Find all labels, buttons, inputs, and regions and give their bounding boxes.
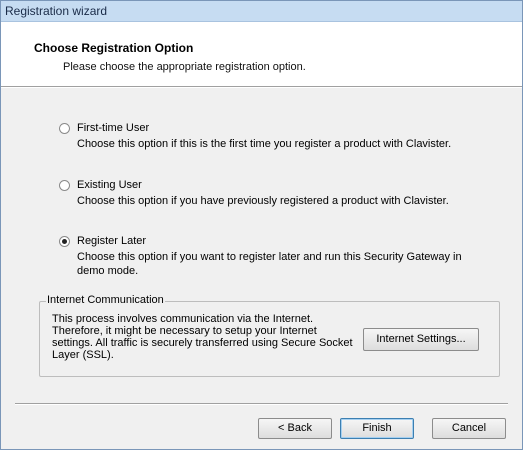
- radio-first-time-user[interactable]: [59, 123, 70, 134]
- radio-register-later[interactable]: [59, 236, 70, 247]
- cancel-button[interactable]: Cancel: [432, 418, 506, 439]
- option-label[interactable]: Existing User: [77, 179, 142, 191]
- page-title: Choose Registration Option: [34, 41, 194, 55]
- option-description: Choose this option if you have previousl…: [77, 195, 449, 207]
- option-description: Choose this option if you want to regist…: [77, 251, 462, 277]
- window-title: Registration wizard: [5, 4, 108, 18]
- option-description: Choose this option if this is the first …: [77, 138, 452, 150]
- internet-settings-button[interactable]: Internet Settings...: [363, 328, 479, 351]
- wizard-header: Choose Registration Option Please choose…: [1, 22, 522, 87]
- radio-existing-user[interactable]: [59, 180, 70, 191]
- page-subtitle: Please choose the appropriate registrati…: [63, 61, 306, 73]
- internet-info-text: This process involves communication via …: [52, 313, 353, 361]
- footer-separator: [15, 403, 508, 405]
- option-label[interactable]: Register Later: [77, 235, 146, 247]
- back-button[interactable]: < Back: [258, 418, 332, 439]
- title-bar[interactable]: Registration wizard: [1, 1, 522, 22]
- option-label[interactable]: First-time User: [77, 122, 149, 134]
- group-label: Internet Communication: [46, 294, 165, 306]
- header-divider: [1, 87, 522, 88]
- registration-wizard-window: Registration wizard Choose Registration …: [0, 0, 523, 450]
- finish-button[interactable]: Finish: [340, 418, 414, 439]
